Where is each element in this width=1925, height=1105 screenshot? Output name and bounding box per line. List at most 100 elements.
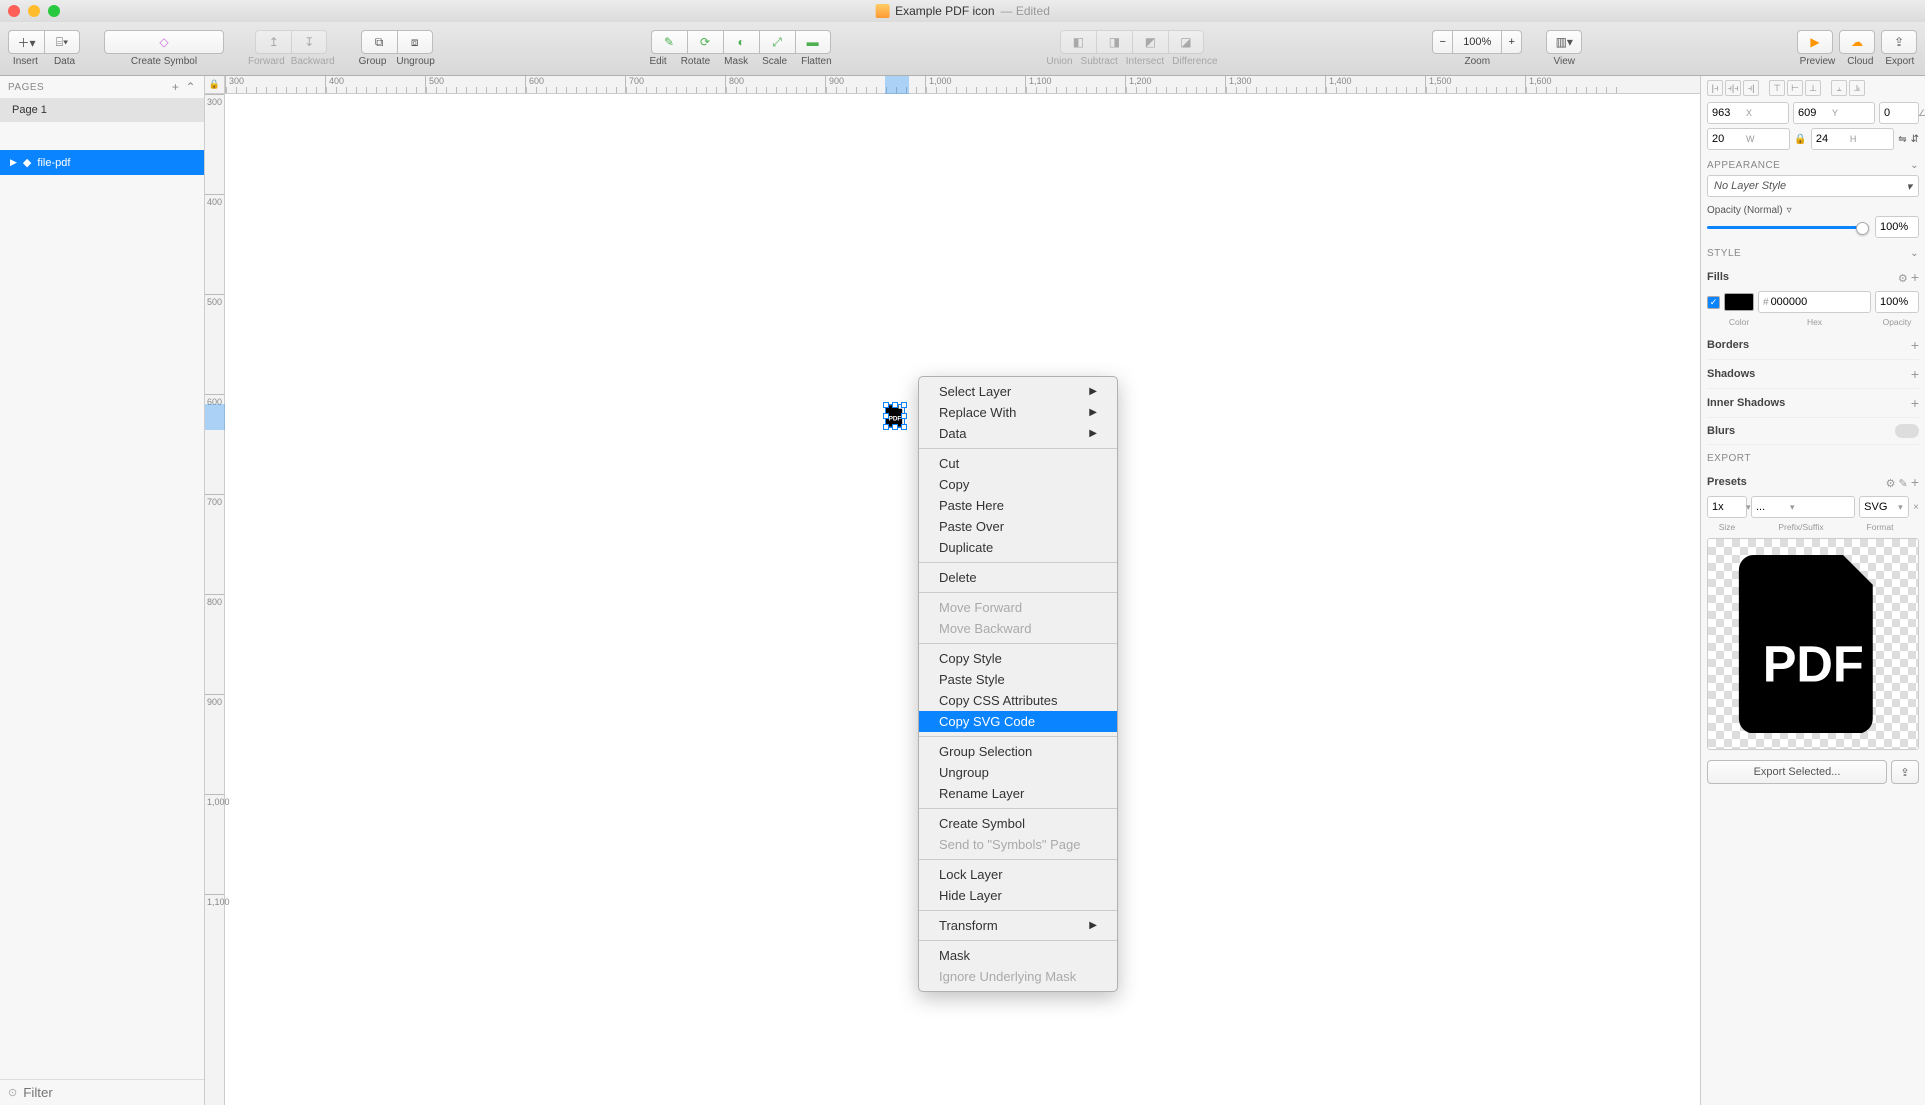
resize-handle-e[interactable] [901,413,907,419]
ctx-rename-layer[interactable]: Rename Layer [919,783,1117,804]
ctx-copy-svg[interactable]: Copy SVG Code [919,711,1117,732]
fill-color-swatch[interactable] [1724,293,1754,311]
subtract-button[interactable]: ◨ [1096,30,1132,54]
resize-handle-se[interactable] [901,424,907,430]
export-share-button[interactable]: ⇪ [1891,760,1919,784]
ctx-lock-layer[interactable]: Lock Layer [919,864,1117,885]
layer-item-file-pdf[interactable]: ▶ ◆ file-pdf [0,150,204,175]
resize-handle-nw[interactable] [883,402,889,408]
resize-handle-s[interactable] [892,424,898,430]
minimize-window-icon[interactable] [28,5,40,17]
resize-handle-ne[interactable] [901,402,907,408]
x-input[interactable] [1712,107,1746,119]
zoom-value[interactable]: 100% [1452,30,1502,54]
view-button[interactable]: ▥▾ [1546,30,1582,54]
preset-settings-icon[interactable]: ⚙ [1886,478,1896,490]
ctx-transform[interactable]: Transform▶ [919,915,1117,936]
edit-button[interactable]: ✎ [651,30,687,54]
lock-aspect-icon[interactable]: 🔒 [1794,134,1806,145]
backward-button[interactable]: ↧ [291,30,327,54]
data-button[interactable]: ⌸▾ [44,30,80,54]
chevron-down-icon[interactable]: ⌄ [1910,248,1919,259]
insert-button[interactable]: ＋▾ [8,30,44,54]
distribute-h-icon[interactable]: ⫠ [1831,80,1847,96]
cloud-button[interactable]: ☁ [1839,30,1875,54]
ctx-replace-with[interactable]: Replace With▶ [919,402,1117,423]
filter-input[interactable] [23,1085,200,1100]
ctx-copy[interactable]: Copy [919,474,1117,495]
add-inner-shadow-icon[interactable]: + [1911,395,1919,411]
y-input[interactable] [1798,107,1832,119]
ungroup-button[interactable]: ⧈ [397,30,433,54]
union-button[interactable]: ◧ [1060,30,1096,54]
intersect-button[interactable]: ◩ [1132,30,1168,54]
maximize-window-icon[interactable] [48,5,60,17]
create-symbol-button[interactable]: ◇ [104,30,224,54]
layer-disclosure-icon[interactable]: ▶ [10,157,17,168]
export-selected-button[interactable]: Export Selected... [1707,760,1887,784]
add-border-icon[interactable]: + [1911,337,1919,353]
ruler-lock-icon[interactable]: 🔒 [205,76,225,94]
align-center-v-icon[interactable]: ⊢ [1787,80,1803,96]
zoom-out-button[interactable]: − [1432,30,1452,54]
preset-knife-icon[interactable]: ✎ [1899,478,1908,490]
resize-handle-n[interactable] [892,402,898,408]
ctx-copy-css[interactable]: Copy CSS Attributes [919,690,1117,711]
resize-handle-sw[interactable] [883,424,889,430]
forward-button[interactable]: ↥ [255,30,291,54]
distribute-v-icon[interactable]: ⫡ [1849,80,1865,96]
add-preset-icon[interactable]: + [1911,474,1919,490]
add-fill-icon[interactable]: + [1911,269,1919,285]
ctx-copy-style[interactable]: Copy Style [919,648,1117,669]
opacity-input[interactable] [1880,221,1914,233]
canvas[interactable]: 🔒 300 400 500 600 700 800 900 1,000 1,10… [205,76,1700,1105]
add-shadow-icon[interactable]: + [1911,366,1919,382]
page-item[interactable]: Page 1 [0,98,204,122]
align-bottom-icon[interactable]: ⊥ [1805,80,1821,96]
ctx-ungroup[interactable]: Ungroup [919,762,1117,783]
align-top-icon[interactable]: ⊤ [1769,80,1785,96]
ctx-duplicate[interactable]: Duplicate [919,537,1117,558]
gear-icon[interactable]: ⚙ [1898,273,1908,285]
height-input[interactable] [1816,133,1850,145]
ctx-delete[interactable]: Delete [919,567,1117,588]
align-center-h-icon[interactable]: ⫞|⫞ [1725,80,1741,96]
ctx-data[interactable]: Data▶ [919,423,1117,444]
ctx-cut[interactable]: Cut [919,453,1117,474]
fill-hex-input[interactable] [1771,296,1821,308]
resize-handle-w[interactable] [883,413,889,419]
ctx-mask[interactable]: Mask [919,945,1117,966]
ctx-create-symbol[interactable]: Create Symbol [919,813,1117,834]
mask-button[interactable]: ◐ [723,30,759,54]
ctx-paste-over[interactable]: Paste Over [919,516,1117,537]
ctx-paste-style[interactable]: Paste Style [919,669,1117,690]
flatten-button[interactable]: ▬ [795,30,831,54]
difference-button[interactable]: ◪ [1168,30,1204,54]
blur-toggle[interactable] [1895,424,1919,438]
collapse-pages-icon[interactable]: ⌃ [185,80,196,94]
flip-h-icon[interactable]: ⇋ [1898,134,1906,145]
ctx-hide-layer[interactable]: Hide Layer [919,885,1117,906]
layer-style-dropdown[interactable]: No Layer Style ▾ [1707,175,1919,197]
ctx-group-selection[interactable]: Group Selection [919,741,1117,762]
selected-object[interactable]: PDF [885,404,905,428]
rotate-button[interactable]: ⟳ [687,30,723,54]
export-size-input[interactable] [1712,501,1746,513]
zoom-in-button[interactable]: + [1502,30,1522,54]
export-button[interactable]: ⇪ [1881,30,1917,54]
width-input[interactable] [1712,133,1746,145]
opacity-slider[interactable] [1707,226,1869,229]
fill-opacity-input[interactable] [1880,296,1914,308]
group-button[interactable]: ⧉ [361,30,397,54]
ctx-paste-here[interactable]: Paste Here [919,495,1117,516]
export-prefix-input[interactable] [1756,501,1790,513]
remove-preset-icon[interactable]: × [1913,502,1919,513]
add-page-icon[interactable]: + [172,80,180,94]
align-right-icon[interactable]: ⫞| [1743,80,1759,96]
rotation-input[interactable] [1884,107,1918,119]
scale-button[interactable]: ⤢ [759,30,795,54]
ctx-select-layer[interactable]: Select Layer▶ [919,381,1117,402]
close-window-icon[interactable] [8,5,20,17]
align-left-icon[interactable]: |⫞ [1707,80,1723,96]
export-format-input[interactable] [1864,501,1898,513]
